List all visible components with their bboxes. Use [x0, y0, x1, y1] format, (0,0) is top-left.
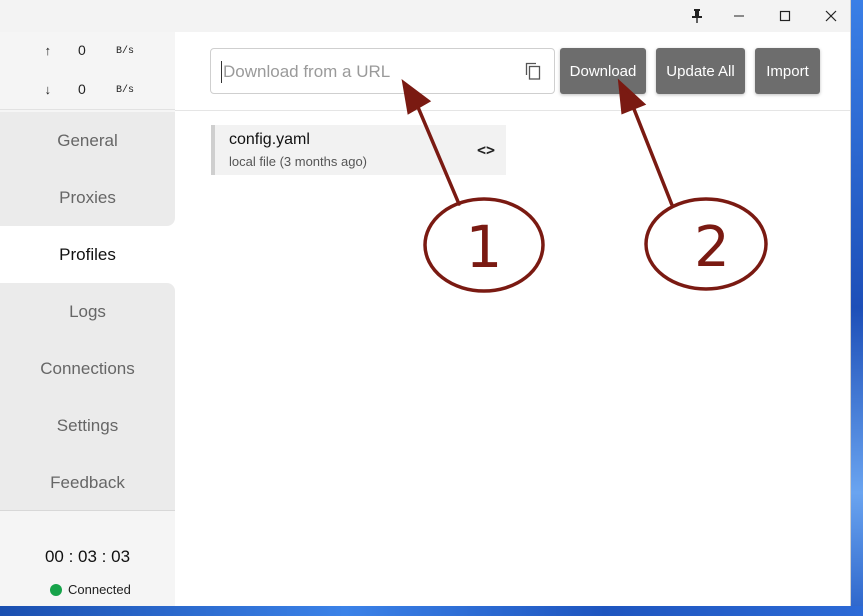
code-icon[interactable]: <> [477, 141, 495, 159]
upload-value: 0 [78, 42, 86, 58]
sidebar-item-connections[interactable]: Connections [0, 340, 175, 397]
sidebar-nav: General Proxies Profiles Logs Connection… [0, 112, 175, 511]
upload-unit: B/s [116, 46, 135, 57]
profile-card[interactable]: config.yaml local file (3 months ago) <> [211, 125, 506, 175]
import-button[interactable]: Import [755, 48, 820, 94]
profiles-toolbar: Download Update All Import [175, 32, 850, 111]
sidebar-item-profiles[interactable]: Profiles [0, 226, 175, 283]
sidebar: ↑ 0 B/s ↓ 0 B/s General Proxies Profiles… [0, 32, 175, 608]
status-label: Connected [68, 582, 131, 597]
copy-icon[interactable] [525, 62, 541, 80]
main-panel: Download Update All Import config.yaml l… [175, 32, 850, 608]
traffic-monitor: ↑ 0 B/s ↓ 0 B/s [0, 32, 175, 110]
uptime-timer: 00 : 03 : 03 [44, 547, 131, 566]
profile-name: config.yaml [229, 131, 310, 148]
sidebar-item-settings[interactable]: Settings [0, 397, 175, 454]
maximize-icon[interactable] [762, 0, 808, 32]
connection-status: Connected [50, 582, 131, 597]
sidebar-item-general[interactable]: General [0, 112, 175, 169]
sidebar-footer: 00 : 03 : 03 Connected [0, 510, 175, 608]
url-input[interactable] [221, 61, 511, 83]
download-value: 0 [78, 81, 86, 97]
pin-icon[interactable] [674, 0, 720, 32]
title-bar [0, 0, 850, 32]
download-arrow-icon: ↓ [44, 83, 52, 98]
status-dot-icon [50, 583, 62, 596]
desktop-wallpaper-edge [851, 0, 863, 616]
desktop-wallpaper-bottom [0, 606, 863, 616]
upload-rate: ↑ 0 B/s [0, 42, 175, 62]
download-button[interactable]: Download [560, 48, 646, 94]
sidebar-item-feedback[interactable]: Feedback [0, 454, 175, 511]
download-unit: B/s [116, 85, 135, 96]
profile-meta: local file (3 months ago) [229, 154, 368, 169]
app-window: ↑ 0 B/s ↓ 0 B/s General Proxies Profiles… [0, 0, 851, 608]
url-input-box [210, 48, 555, 94]
minimize-icon[interactable] [716, 0, 762, 32]
close-icon[interactable] [808, 0, 850, 32]
upload-arrow-icon: ↑ [44, 44, 52, 59]
sidebar-item-logs[interactable]: Logs [0, 283, 175, 340]
download-rate: ↓ 0 B/s [0, 81, 175, 101]
sidebar-item-proxies[interactable]: Proxies [0, 169, 175, 226]
update-all-button[interactable]: Update All [656, 48, 745, 94]
